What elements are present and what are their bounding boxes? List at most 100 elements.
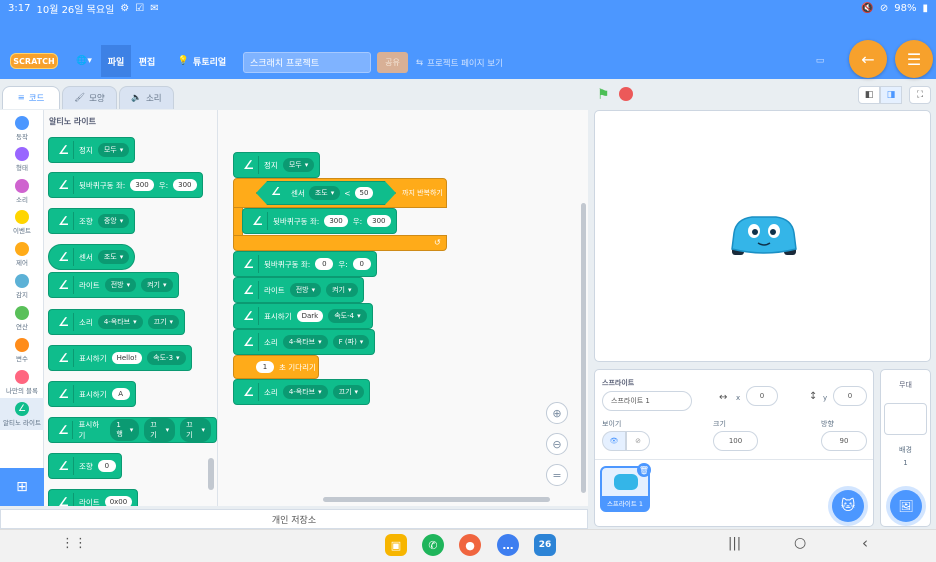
back-icon[interactable]: ‹ [862, 534, 868, 552]
small-stage-icon[interactable]: ◧ [858, 86, 880, 104]
block-display-char[interactable]: ∠ 표시하기 A [48, 381, 136, 407]
fullscreen-icon[interactable]: ⛶ [909, 86, 931, 104]
category-operators[interactable]: 연산 [0, 302, 44, 334]
stage-canvas[interactable] [594, 110, 931, 362]
block-sensor[interactable]: ∠ 센서 조도 ▾ [48, 244, 136, 270]
script-light[interactable]: ∠ 라이트 전방 ▾ 켜기 ▾ [233, 277, 364, 303]
block-input[interactable]: 0 [315, 258, 334, 270]
menu-list-icon[interactable]: ☰ [895, 40, 933, 78]
recents-icon[interactable]: ||| [728, 536, 741, 551]
zoom-out-icon[interactable]: ⊖ [546, 433, 568, 455]
block-input[interactable]: 300 [173, 179, 197, 191]
category-my-blocks[interactable]: 나만의 블록 [0, 366, 44, 398]
block-sound[interactable]: ∠ 소리 4-옥타브 ▾ 끄기 ▾ [48, 309, 186, 335]
category-events[interactable]: 이벤트 [0, 206, 44, 238]
script-wait[interactable]: 1 초 기다리기 [233, 355, 319, 379]
block-dropdown[interactable]: 속도-4 ▾ [328, 309, 367, 323]
block-steering-value[interactable]: ∠ 조향 0 [48, 453, 122, 479]
add-backdrop-icon[interactable]: 🖼 [890, 490, 922, 522]
block-display-row[interactable]: ∠ 표시하기 1행 ▾ 끄기 ▾ 끄기 ▾ [48, 417, 217, 443]
normal-stage-icon[interactable]: ◨ [880, 86, 902, 104]
add-extension-button[interactable]: ⊞ [0, 468, 44, 506]
block-rear-drive[interactable]: ∠ 뒷바퀴구동 좌: 300 우: 300 [48, 172, 203, 198]
block-input[interactable]: Dark [296, 310, 324, 322]
category-looks[interactable]: 형태 [0, 143, 44, 175]
block-input[interactable]: 0 [97, 460, 116, 472]
see-project-button[interactable]: ⇆ 프로젝트 페이지 보기 [416, 52, 526, 73]
block-dropdown[interactable]: 켜기 ▾ [141, 278, 173, 292]
block-steering[interactable]: ∠ 조향 중앙 ▾ [48, 208, 136, 234]
block-light-value[interactable]: ∠ 라이트 0x00 [48, 489, 139, 506]
block-dropdown[interactable]: 끄기 ▾ [180, 418, 211, 442]
block-stop[interactable]: ∠ 정지 모두 ▾ [48, 137, 136, 163]
calendar-app-icon[interactable]: 26 [534, 534, 556, 556]
show-eye-icon[interactable]: 👁 [602, 431, 626, 451]
block-dropdown[interactable]: 4-옥타브 ▾ [282, 335, 328, 349]
block-dropdown[interactable]: 속도-3 ▾ [147, 351, 186, 365]
zoom-in-icon[interactable]: ⊕ [546, 402, 568, 424]
stage-thumbnail[interactable] [884, 403, 927, 435]
scratch-logo[interactable]: SCRATCH [10, 53, 58, 69]
block-dropdown[interactable]: 조도 ▾ [97, 250, 130, 264]
stage-select-pane[interactable]: 무대 배경 1 🖼 [880, 369, 931, 527]
tutorial-button[interactable]: 💡 튜토리얼 [172, 45, 232, 77]
x-input[interactable]: 0 [746, 386, 778, 406]
script-rear-drive[interactable]: ∠ 뒷바퀴구동 좌: 300 우: 300 [242, 208, 397, 234]
block-dropdown[interactable]: 끄기 ▾ [147, 315, 180, 329]
workspace-hscrollbar[interactable] [323, 497, 550, 502]
category-sound[interactable]: 소리 [0, 175, 44, 207]
tab-code[interactable]: ≡ 코드 [2, 86, 60, 109]
tab-costumes[interactable]: 🖌 모양 [62, 86, 117, 109]
category-sensing[interactable]: 감지 [0, 270, 44, 302]
block-dropdown[interactable]: 모두 ▾ [97, 143, 130, 157]
block-dropdown[interactable]: 전방 ▾ [289, 283, 322, 297]
script-rear-drive-stop[interactable]: ∠ 뒷바퀴구동 좌: 0 우: 0 [233, 251, 377, 277]
script-sound-off[interactable]: ∠ 소리 4-옥타브 ▾ 끄기 ▾ [233, 379, 371, 405]
home-icon[interactable]: ○ [794, 535, 806, 551]
delete-sprite-icon[interactable]: 🗑 [637, 463, 651, 477]
script-display[interactable]: ∠ 표시하기 Dark 속도-4 ▾ [233, 303, 373, 329]
files-app-icon[interactable]: ▣ [385, 534, 407, 556]
language-icon[interactable]: 🌐▾ [70, 45, 98, 77]
block-input[interactable]: 300 [130, 179, 154, 191]
folder-icon[interactable]: ▭ [810, 45, 830, 77]
category-variables[interactable]: 변수 [0, 334, 44, 366]
workspace-vscrollbar[interactable] [581, 203, 586, 493]
category-motion[interactable]: 동작 [0, 112, 44, 144]
block-input[interactable]: 300 [367, 215, 391, 227]
hide-eye-icon[interactable]: ⊘ [626, 431, 650, 451]
block-input[interactable]: 1 [256, 361, 274, 373]
project-title-input[interactable]: 스크래치 프로젝트 [243, 52, 371, 73]
back-arrow-icon[interactable]: ← [849, 40, 887, 78]
block-input[interactable]: 0x00 [104, 496, 133, 506]
edit-menu[interactable]: 편집 [134, 45, 160, 77]
code-workspace[interactable]: ∠ 정지 모두 ▾ ↺ 까지 반복하기 ∠ 센서 조도 ▾ < 50 ∠ 뒷바퀴구동 좌:… [218, 110, 588, 506]
app-grid-icon[interactable]: ⋮⋮ [61, 536, 87, 551]
direction-input[interactable]: 90 [821, 431, 867, 451]
block-dropdown[interactable]: 4-옥타브 ▾ [97, 315, 143, 329]
block-display-text[interactable]: ∠ 표시하기 Hello! 속도-3 ▾ [48, 345, 192, 371]
block-dropdown[interactable]: 중앙 ▾ [97, 214, 130, 228]
share-button[interactable]: 공유 [377, 52, 408, 73]
block-dropdown[interactable]: F (파) ▾ [332, 335, 370, 349]
block-input[interactable]: 50 [354, 187, 374, 199]
messages-app-icon[interactable]: … [497, 534, 519, 556]
size-input[interactable]: 100 [713, 431, 758, 451]
green-flag-icon[interactable]: ⚑ [597, 87, 610, 103]
block-input[interactable]: 300 [324, 215, 348, 227]
block-light[interactable]: ∠ 라이트 전방 ▾ 켜기 ▾ [48, 272, 179, 298]
phone-app-icon[interactable]: ✆ [422, 534, 444, 556]
add-sprite-icon[interactable]: 🐱 [832, 490, 864, 522]
block-dropdown[interactable]: 끄기 ▾ [332, 385, 365, 399]
script-stop[interactable]: ∠ 정지 모두 ▾ [233, 152, 321, 178]
palette-scrollbar[interactable] [208, 458, 214, 490]
block-input[interactable]: Hello! [111, 352, 143, 364]
personal-storage-bar[interactable]: 개인 저장소 [0, 509, 588, 529]
sprite-name-input[interactable]: 스프라이트 1 [602, 391, 692, 411]
category-altino-lite[interactable]: ∠ 알티노 라이트 [0, 398, 44, 430]
contacts-app-icon[interactable]: ● [459, 534, 481, 556]
zoom-reset-icon[interactable]: = [546, 464, 568, 486]
block-dropdown[interactable]: 모두 ▾ [282, 158, 315, 172]
stop-icon[interactable] [619, 87, 633, 101]
car-sprite[interactable] [728, 213, 800, 259]
